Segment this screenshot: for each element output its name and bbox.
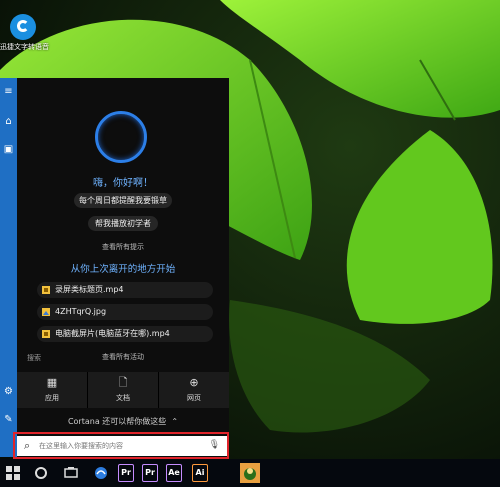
illustrator-app-icon[interactable]: Ai (192, 464, 208, 482)
recent-file-name: 电脑截屏片(电脑蓝牙在哪).mp4 (55, 329, 170, 338)
recent-file-name: 录屏类标题页.mp4 (55, 285, 124, 294)
cortana-circle-icon[interactable] (34, 466, 48, 480)
category-label: 文档 (116, 394, 130, 402)
recent-file-name: 4ZHTqrQ.jpg (55, 307, 107, 316)
active-app-icon[interactable] (240, 463, 260, 483)
suggestion-pill-1[interactable]: 每个周日都提醒我要锻草 (74, 193, 172, 208)
recent-file-item[interactable]: 电脑截屏片(电脑蓝牙在哪).mp4 (37, 326, 213, 342)
premiere-app-icon[interactable]: Pr (142, 464, 158, 482)
settings-gear-icon[interactable]: ⚙ (2, 386, 15, 398)
view-all-activity-link[interactable]: 查看所有活动 (17, 352, 229, 362)
premiere-app-icon[interactable]: Pr (118, 464, 134, 482)
category-label: 应用 (45, 394, 59, 402)
app-label: Pr (121, 468, 131, 477)
image-file-icon (42, 308, 50, 316)
app-shortcut-icon (10, 14, 36, 40)
category-documents-button[interactable]: 🗋 文档 (88, 372, 159, 408)
cortana-more-help[interactable]: Cortana 还可以帮你做这些 ⌃ (17, 412, 229, 432)
chevron-up-icon: ⌃ (168, 417, 179, 426)
windows-start-icon[interactable] (6, 466, 20, 480)
suggestion-pill-2[interactable]: 帮我播放初学者 (88, 216, 158, 231)
category-apps-button[interactable]: ▦ 应用 (17, 372, 88, 408)
cortana-ring-icon (95, 111, 147, 163)
home-icon[interactable]: ⌂ (2, 116, 15, 128)
app-label: Pr (145, 468, 155, 477)
hamburger-menu-icon[interactable]: ≡ (2, 86, 15, 98)
cortana-more-help-label: Cortana 还可以帮你做这些 (67, 417, 167, 426)
notebook-icon[interactable]: ▣ (2, 144, 15, 156)
view-all-tips-link[interactable]: 查看所有提示 (17, 242, 229, 252)
after-effects-app-icon[interactable]: Ae (166, 464, 182, 482)
highlight-box (13, 432, 229, 459)
desktop-shortcut[interactable]: 迅捷文字转语音 (0, 14, 49, 52)
start-left-rail: ≡ ⌂ ▣ ⚙ ✎ (0, 78, 17, 457)
apps-icon: ▦ (46, 376, 58, 389)
video-file-icon (42, 330, 50, 338)
video-file-icon (42, 286, 50, 294)
search-categories: ▦ 应用 🗋 文档 ⊕ 网页 (17, 372, 229, 408)
category-label: 网页 (187, 394, 201, 402)
document-icon: 🗋 (118, 376, 128, 389)
feedback-icon[interactable]: ✎ (2, 414, 15, 426)
taskbar: Pr Pr Ae Ai (0, 459, 500, 487)
app-label: Ai (195, 468, 205, 477)
globe-icon: ⊕ (189, 376, 199, 389)
cortana-panel: 嗨，你好啊！ 每个周日都提醒我要锻草 帮我播放初学者 查看所有提示 从你上次离开… (17, 78, 229, 457)
task-view-icon[interactable] (64, 466, 78, 480)
recent-file-item[interactable]: 录屏类标题页.mp4 (37, 282, 213, 298)
browser-icon[interactable] (94, 466, 108, 480)
recent-file-item[interactable]: 4ZHTqrQ.jpg (37, 304, 213, 320)
app-label: Ae (168, 468, 180, 477)
cortana-greeting: 嗨，你好啊！ (93, 178, 153, 189)
desktop-shortcut-label: 迅捷文字转语音 (0, 43, 49, 51)
recent-section-title: 从你上次离开的地方开始 (70, 264, 176, 275)
category-web-button[interactable]: ⊕ 网页 (159, 372, 229, 408)
